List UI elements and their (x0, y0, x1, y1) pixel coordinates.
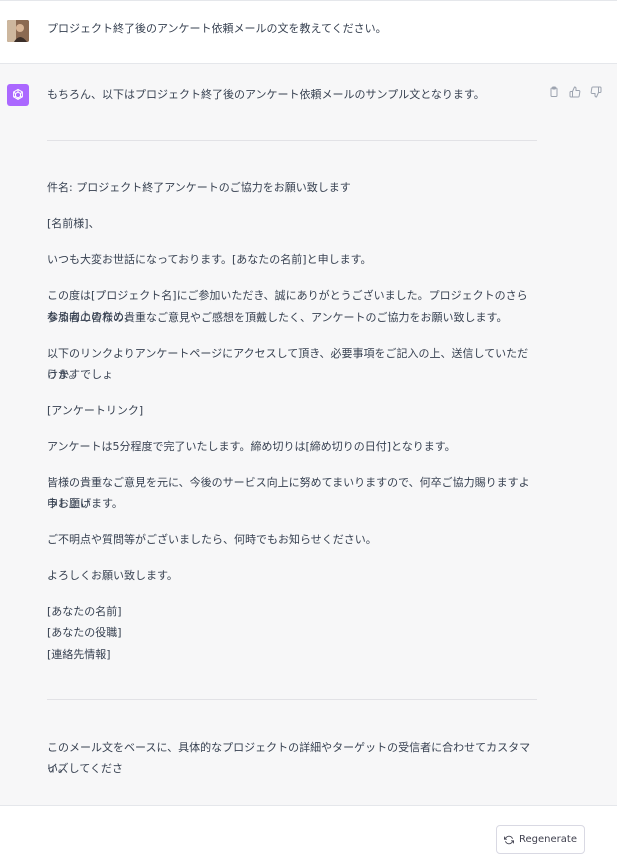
signature-contact: [連絡先情報] (47, 648, 111, 661)
message-actions (546, 84, 604, 100)
email-paragraph-line: アンケートは5分程度で完了いたします。締め切りは[締め切りの日付]となります。 (47, 440, 456, 453)
clipboard-icon[interactable] (546, 84, 562, 100)
user-message-row: プロジェクト終了後のアンケート依頼メールの文を教えてください。 (0, 0, 617, 64)
refresh-icon (504, 835, 515, 844)
thumbs-down-icon[interactable] (588, 84, 604, 100)
email-survey-link: [アンケートリンク] (47, 404, 144, 417)
email-closing: よろしくお願い致します。 (47, 569, 178, 582)
thumbs-up-icon[interactable] (567, 84, 583, 100)
email-paragraph-line: 申し上げます。 (47, 497, 123, 510)
content-divider-top (47, 140, 537, 141)
user-message-text: プロジェクト終了後のアンケート依頼メールの文を教えてください。 (47, 22, 387, 35)
email-paragraph-line: ご不明点や質問等がございましたら、何時でもお知らせください。 (47, 533, 377, 546)
assistant-outro-line: い。 (47, 762, 69, 775)
email-paragraph-line: 参加者の皆様の貴重なご意見やご感想を頂戴したく、アンケートのご協力をお願い致しま… (47, 311, 508, 324)
regenerate-label: Regenerate (519, 834, 577, 845)
bottom-area: Regenerate (0, 806, 617, 863)
assistant-intro: もちろん、以下はプロジェクト終了後のアンケート依頼メールのサンプル文となります。 (47, 88, 485, 101)
assistant-message-row: もちろん、以下はプロジェクト終了後のアンケート依頼メールのサンプル文となります。… (0, 64, 617, 806)
user-photo-image (7, 20, 29, 42)
email-greeting: [名前様]、 (47, 217, 100, 230)
content-divider-bottom (47, 699, 537, 700)
user-avatar (7, 20, 29, 42)
openai-logo-icon (7, 84, 29, 106)
signature-title: [あなたの役職] (47, 626, 122, 639)
regenerate-button[interactable]: Regenerate (496, 825, 585, 854)
signature-name: [あなたの名前] (47, 605, 122, 618)
email-opening: いつも大変お世話になっております。[あなたの名前]と申します。 (47, 253, 372, 266)
email-paragraph-line: うか。 (47, 368, 80, 381)
email-subject: 件名: プロジェクト終了アンケートのご協力をお願い致します (47, 181, 351, 194)
chat-page: プロジェクト終了後のアンケート依頼メールの文を教えてください。 もちろん、以下は… (0, 0, 617, 863)
